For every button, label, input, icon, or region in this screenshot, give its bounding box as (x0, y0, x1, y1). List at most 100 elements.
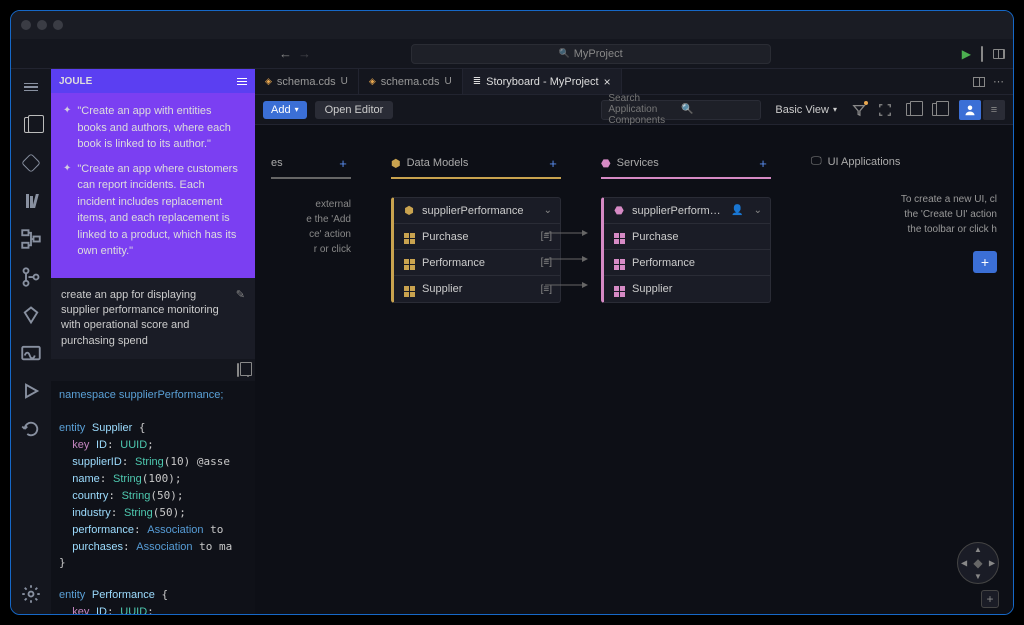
tab-label: schema.cds (277, 76, 336, 88)
create-ui-button[interactable]: + (973, 251, 997, 273)
details-icon[interactable]: [≡] (541, 231, 552, 242)
service-icon: ⬣ (601, 157, 611, 170)
dm-row-performance[interactable]: Performance[≡] (394, 250, 560, 276)
add-service[interactable]: + (755, 155, 771, 171)
col-label: UI Applications (828, 156, 901, 168)
minimize-dot[interactable] (37, 20, 47, 30)
search-placeholder: Search Application Components (608, 93, 681, 126)
entity-icon (402, 229, 416, 244)
col-header-sv: ⬣Services + (601, 155, 771, 179)
sv-row-purchase[interactable]: Purchase (604, 224, 770, 250)
sv-card-header[interactable]: ⬣supplierPerformanc...👤⌄ (604, 198, 770, 224)
source-control-icon[interactable] (21, 267, 41, 287)
toggle-user[interactable] (959, 100, 981, 120)
col-label: es (271, 157, 283, 169)
external-hint: external e the 'Add ce' action r or clic… (271, 197, 351, 257)
details-icon[interactable]: [≡] (541, 257, 552, 268)
copy-code-icon[interactable] (237, 364, 239, 376)
tab-schema-1[interactable]: ◈schema.cdsU (255, 69, 359, 94)
wave-icon[interactable] (21, 343, 41, 363)
nav-back[interactable]: ← (279, 46, 292, 61)
joule-panel: JOULE ✦"Create an app with entities book… (51, 69, 255, 614)
tab-modified: U (341, 76, 348, 87)
column-data-models: ⬢Data Models + ⬢supplierPerformance⌄ Pur… (391, 155, 561, 584)
service-icon: ⬣ (612, 204, 626, 217)
suggestion-2[interactable]: ✦"Create an app where customers can repo… (63, 161, 243, 260)
column-ui-apps: 🖵UI Applications To create a new UI, cl … (811, 155, 997, 584)
nav-forward[interactable]: → (298, 46, 311, 61)
storyboard-toolbar: Add Open Editor Search Application Compo… (255, 95, 1013, 125)
joule-title: JOULE (59, 76, 92, 87)
toolbar-icons (851, 102, 945, 118)
view-selector[interactable]: Basic View (769, 104, 843, 116)
monitor-icon: 🖵 (811, 155, 822, 168)
hex-icon[interactable] (21, 153, 41, 173)
maximize-dot[interactable] (53, 20, 63, 30)
chevron-down-icon[interactable]: ⌄ (544, 205, 552, 216)
filter-icon[interactable] (851, 102, 867, 118)
dm-row-purchase[interactable]: Purchase[≡] (394, 224, 560, 250)
edit-prompt-icon[interactable]: ✎ (236, 288, 245, 301)
entity-icon (612, 255, 626, 270)
tab-storyboard[interactable]: ≣Storyboard - MyProject× (463, 69, 622, 94)
copy-icon[interactable] (903, 102, 919, 118)
entity-label: Supplier (422, 283, 535, 295)
dm-card-header[interactable]: ⬢supplierPerformance⌄ (394, 198, 560, 224)
tab-label: Storyboard - MyProject (486, 76, 598, 88)
diamond-icon[interactable] (21, 305, 41, 325)
prompt-text: create an app for displaying supplier pe… (61, 288, 230, 350)
view-label: Basic View (775, 104, 829, 116)
user-icon[interactable]: 👤 (731, 205, 743, 216)
suggestion-text: "Create an app where customers can repor… (77, 161, 243, 260)
details-icon[interactable]: [≡] (541, 284, 552, 295)
search-icon: 🔍 (681, 104, 754, 115)
frame-icon[interactable] (877, 102, 893, 118)
joule-suggestions: ✦"Create an app with entities books and … (51, 93, 255, 278)
sv-card: ⬣supplierPerformanc...👤⌄ Purchase Perfor… (601, 197, 771, 303)
run-config-icon[interactable] (981, 47, 983, 61)
namespace-icon: ⬢ (402, 204, 416, 217)
component-search[interactable]: Search Application Components🔍 (601, 100, 761, 120)
main: JOULE ✦"Create an app with entities book… (11, 69, 1013, 614)
project-name-label: MyProject (574, 48, 623, 60)
prompt-box: create an app for displaying supplier pe… (51, 278, 255, 360)
explorer-icon[interactable] (21, 115, 41, 135)
suggestion-1[interactable]: ✦"Create an app with entities books and … (63, 103, 243, 153)
entity-icon (612, 229, 626, 244)
layout-icon[interactable] (993, 49, 1005, 59)
add-external-service[interactable]: + (335, 155, 351, 171)
settings-gear-icon[interactable] (21, 584, 41, 604)
joule-header: JOULE (51, 69, 255, 93)
menu-icon[interactable] (21, 77, 41, 97)
library-icon[interactable] (21, 191, 41, 211)
loop-icon[interactable] (21, 419, 41, 439)
tabs-actions: ⋯ (965, 69, 1013, 94)
toggle-list[interactable]: ≡ (983, 100, 1005, 120)
command-palette[interactable]: MyProject (411, 44, 771, 64)
storyboard-canvas[interactable]: es + external e the 'Add ce' action r or… (255, 125, 1013, 614)
zoom-in-button[interactable]: + (981, 590, 999, 608)
more-tabs-icon[interactable]: ⋯ (993, 75, 1005, 88)
topbar: ← → MyProject ▶ (11, 39, 1013, 69)
entity-label: Supplier (632, 283, 762, 295)
joule-menu-icon[interactable] (237, 78, 247, 85)
run-debug-icon[interactable] (21, 381, 41, 401)
run-icon[interactable]: ▶ (962, 47, 971, 61)
chevron-down-icon[interactable]: ⌄ (754, 205, 762, 216)
tab-schema-2[interactable]: ◈schema.cdsU (359, 69, 463, 94)
split-editor-icon[interactable] (973, 77, 985, 87)
tab-label: schema.cds (381, 76, 440, 88)
suggestion-text: "Create an app with entities books and a… (77, 103, 243, 153)
close-tab-icon[interactable]: × (604, 75, 611, 89)
open-editor-button[interactable]: Open Editor (315, 101, 394, 119)
sv-row-supplier[interactable]: Supplier (604, 276, 770, 302)
pan-compass[interactable]: ▲▼▶◀ (957, 542, 999, 584)
structure-icon[interactable] (21, 229, 41, 249)
col-header-ui: 🖵 UI Applications (811, 155, 997, 174)
add-data-model[interactable]: + (545, 155, 561, 171)
sv-row-performance[interactable]: Performance (604, 250, 770, 276)
close-dot[interactable] (21, 20, 31, 30)
add-button[interactable]: Add (263, 101, 307, 119)
dm-row-supplier[interactable]: Supplier [≡] (394, 276, 560, 302)
clone-icon[interactable] (929, 102, 945, 118)
